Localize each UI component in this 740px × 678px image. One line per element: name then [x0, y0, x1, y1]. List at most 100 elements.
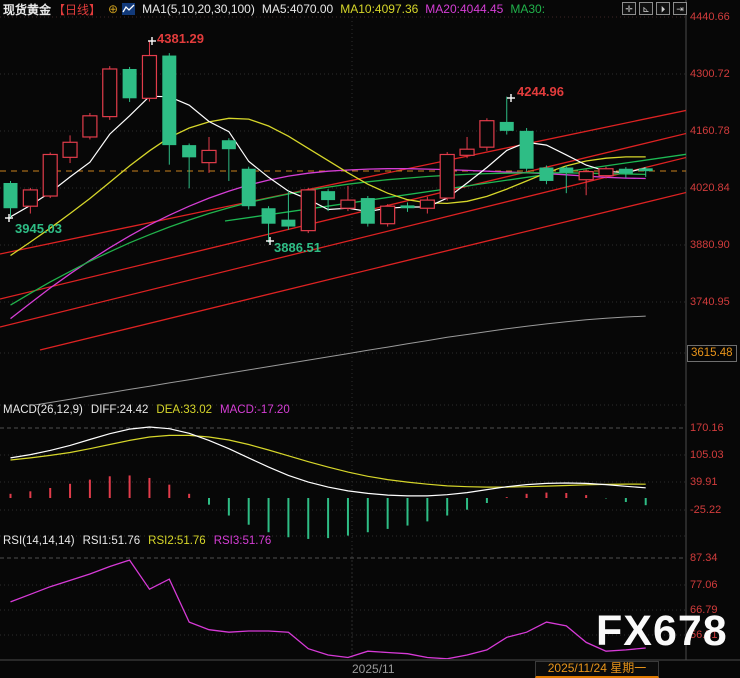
candle-body[interactable] [439, 153, 455, 199]
candle-body[interactable] [340, 199, 356, 209]
rsi-header: RSI(14,14,14) RSI1:51.76 RSI2:51.76 RSI3… [3, 535, 279, 547]
candle[interactable] [360, 196, 375, 227]
ma-settings-label[interactable]: MA1(5,10,20,30,100) [142, 2, 255, 16]
candle[interactable] [42, 152, 58, 199]
price-axis-label: 4300.72 [690, 68, 730, 80]
candle-body[interactable] [519, 130, 534, 169]
macd-dea-line [10, 434, 646, 488]
candle-body[interactable] [300, 189, 316, 232]
candle[interactable] [182, 143, 197, 189]
candle[interactable] [22, 187, 38, 214]
candle[interactable] [559, 165, 574, 194]
candle-body[interactable] [182, 145, 197, 158]
period-label[interactable]: 【日线】 [53, 1, 101, 18]
candle[interactable] [321, 189, 336, 212]
rsi-axis-label: 77.06 [690, 579, 718, 591]
candle[interactable] [419, 196, 435, 214]
candle[interactable] [82, 112, 98, 140]
rsi-line [10, 559, 646, 659]
macd-panel [0, 426, 686, 539]
price-axis-label: 4020.84 [690, 182, 730, 194]
candle-body[interactable] [539, 167, 554, 181]
candle-body[interactable] [459, 148, 475, 156]
candle[interactable] [439, 152, 455, 201]
macd-dea-value: DEA:33.02 [156, 404, 213, 416]
main-price-panel: 4381.29 4244.96 3945.03 3886.51 [0, 31, 686, 405]
red-trendline [0, 132, 686, 300]
macd-hist-value: MACD:-17.20 [220, 404, 290, 416]
candle-body[interactable] [400, 205, 415, 209]
candle-body[interactable] [201, 149, 217, 164]
ma30-value: MA30: [510, 2, 546, 16]
candle[interactable] [141, 41, 158, 102]
candle-body[interactable] [261, 208, 276, 224]
candle[interactable] [201, 136, 217, 173]
rsi-axis-label: 87.34 [690, 552, 718, 564]
candle[interactable] [241, 166, 256, 210]
candle[interactable] [459, 136, 475, 159]
price-annotation: 4244.96 [517, 84, 564, 99]
candle-body[interactable] [638, 168, 653, 172]
play-forward-icon[interactable]: ⏵ [656, 2, 670, 15]
candle[interactable] [539, 165, 554, 185]
candle-body[interactable] [3, 182, 18, 209]
candle-body[interactable] [221, 140, 236, 150]
candle-body[interactable] [360, 198, 375, 224]
indicator-window-icon[interactable]: ⊾ [639, 2, 653, 15]
candle[interactable] [102, 66, 118, 120]
macd-axis-label: 39.91 [690, 476, 718, 488]
candle-body[interactable] [479, 120, 495, 148]
candle-body[interactable] [82, 115, 98, 138]
candle[interactable] [400, 202, 415, 212]
candle-body[interactable] [598, 168, 614, 177]
candle-body[interactable] [241, 168, 256, 207]
candle[interactable] [638, 167, 653, 177]
candle[interactable] [578, 169, 594, 196]
candle[interactable] [499, 96, 514, 135]
candle-body[interactable] [281, 219, 296, 227]
rsi1-value: RSI1:51.76 [82, 535, 141, 547]
candle-body[interactable] [578, 170, 594, 181]
rsi-title[interactable]: RSI(14,14,14) [3, 535, 75, 547]
green-trendline [224, 153, 686, 222]
macd-title[interactable]: MACD(26,12,9) [3, 404, 83, 416]
candle[interactable] [3, 180, 18, 219]
candle[interactable] [479, 118, 495, 151]
candle-body[interactable] [380, 205, 396, 225]
candle-body[interactable] [419, 199, 435, 209]
macd-axis-label: 170.16 [690, 422, 724, 434]
candle[interactable] [62, 135, 78, 164]
candle-body[interactable] [22, 189, 38, 207]
add-indicator-icon[interactable]: ⊕ [108, 2, 118, 16]
chart-toolbar: ✛ ⊾ ⏵ ⇥ [622, 2, 687, 15]
price-axis-label: 4440.66 [690, 11, 730, 23]
candle-body[interactable] [141, 54, 158, 99]
candle-body[interactable] [42, 153, 58, 197]
candle-body[interactable] [559, 167, 574, 173]
candle-body[interactable] [62, 141, 78, 158]
candle[interactable] [221, 138, 236, 181]
candle-body[interactable] [102, 68, 118, 118]
candle-body[interactable] [162, 55, 177, 146]
candle-body[interactable] [618, 168, 633, 174]
shift-right-icon[interactable]: ⇥ [673, 2, 687, 15]
candle[interactable] [300, 187, 316, 234]
chart-header: 现货黄金 【日线】 ⊕ MA1(5,10,20,30,100) MA5:4070… [3, 1, 552, 17]
candle[interactable] [122, 66, 137, 102]
candle[interactable] [162, 53, 177, 165]
current-date-label[interactable]: 2025/11/24 星期一 [535, 661, 659, 678]
candle[interactable] [261, 206, 276, 243]
candle-body[interactable] [499, 121, 514, 131]
candle[interactable] [519, 128, 534, 172]
move-icon[interactable]: ✛ [622, 2, 636, 15]
macd-diff-value: DIFF:24.42 [90, 404, 149, 416]
candle-body[interactable] [321, 191, 336, 201]
symbol-name: 现货黄金 [3, 2, 52, 17]
ma100-line [31, 315, 646, 405]
axis-min-price-label: 3615.48 [687, 345, 737, 362]
candle[interactable] [380, 204, 396, 227]
candle-body[interactable] [122, 68, 137, 99]
line-chart-icon[interactable] [122, 3, 136, 15]
candle[interactable] [340, 185, 356, 212]
candle[interactable] [618, 167, 633, 178]
